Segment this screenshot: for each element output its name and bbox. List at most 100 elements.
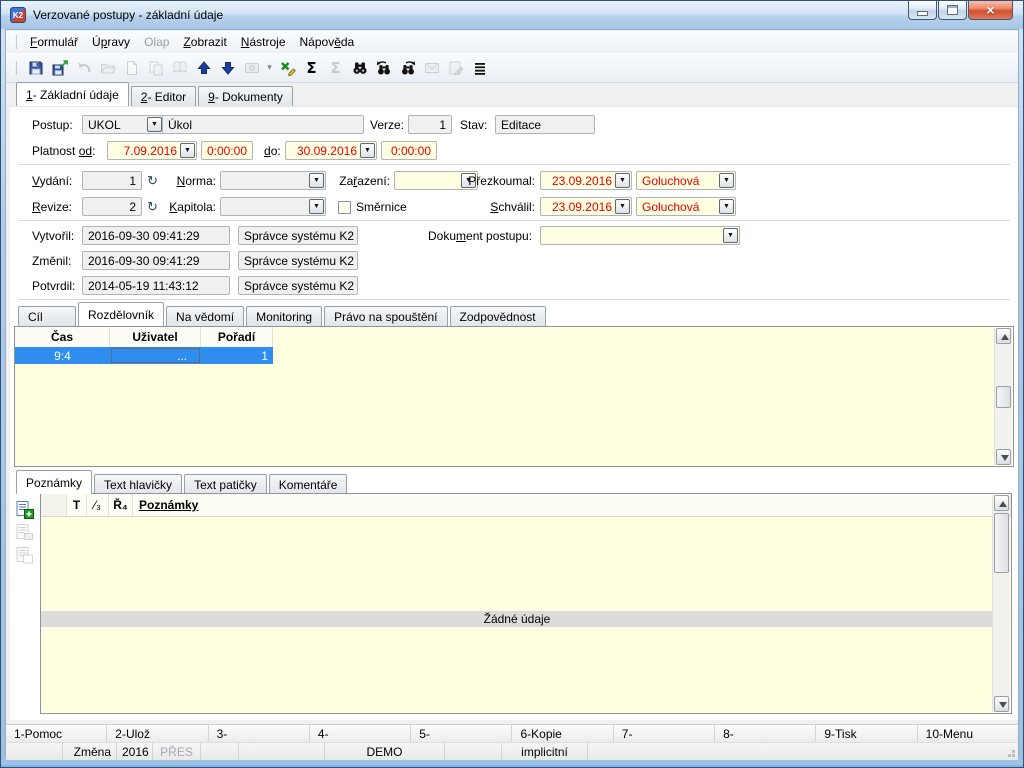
close-button[interactable]: × [968,1,1013,20]
scroll-down-icon[interactable] [994,696,1009,712]
scrollbar-thumb[interactable] [994,513,1009,573]
platnost-do-time-field[interactable]: 0:00:00 [381,141,437,160]
fkey-6[interactable]: 6-Kopie [512,725,613,743]
fkey-1[interactable]: 1-Pomoc [6,725,107,743]
add-note-icon[interactable] [14,499,36,521]
sum-icon[interactable]: Σ [300,56,323,79]
browse-book-icon [168,56,191,79]
notes-column-poznamky[interactable]: Poznámky [133,494,1011,516]
fkey-9[interactable]: 9-Tisk [816,725,917,743]
restore-button[interactable] [938,1,967,20]
chevron-down-icon[interactable]: ▼ [147,117,162,132]
find-icon[interactable] [348,56,371,79]
chevron-down-icon[interactable]: ▼ [719,173,734,188]
vertical-scrollbar[interactable] [994,328,1012,465]
smernice-checkbox[interactable] [338,201,351,214]
cell-poradi[interactable]: 1 [201,347,273,364]
norma-combobox[interactable]: ▼ [220,171,326,190]
cell-uzivatel[interactable]: ... [110,347,201,364]
title-bar[interactable]: K2 Verzované postupy - základní údaje × [1,1,1023,29]
prezkoumal-user-combobox[interactable]: Goluchová▼ [636,171,736,190]
schvalil-date-picker[interactable]: 23.09.2016▼ [540,197,632,216]
fkey-4[interactable]: 4- [310,725,411,743]
chevron-down-icon[interactable]: ▼ [719,199,734,214]
tab-dokumenty[interactable]: 9 - Dokumenty [198,86,293,106]
form-row-vytvoril: Vytvořil: 2016-09-30 09:41:29 Správce sy… [10,226,1018,246]
tab-zodpovednost[interactable]: Zodpovědnost [450,306,546,326]
chevron-down-icon[interactable]: ▼ [360,143,375,158]
chevron-down-icon[interactable]: ▼ [615,173,630,188]
fkey-2[interactable]: 2-Ulož [107,725,208,743]
history-icon[interactable]: ↻ [147,199,158,215]
tab-text-paticky[interactable]: Text patičky [184,474,267,494]
find-next-icon[interactable] [396,56,419,79]
cell-cas[interactable]: 9:4 [15,347,110,364]
minimize-button[interactable] [908,1,937,20]
tab-komentare[interactable]: Komentáře [269,474,348,494]
status-empty [239,743,325,760]
column-header-poradi[interactable]: Pořadí [201,327,273,347]
fkey-3[interactable]: 3- [209,725,310,743]
chevron-down-icon[interactable]: ▼ [180,143,195,158]
tab-cil[interactable]: Cíl [18,306,76,326]
tab-zakladni-udaje[interactable]: 1 - Základní údaje [16,82,129,106]
notes-column-t[interactable]: T [67,494,87,516]
notes-column-r4[interactable]: Ř₄ [109,494,133,516]
history-icon[interactable]: ↻ [147,173,158,189]
vertical-scrollbar[interactable] [992,495,1010,712]
menu-upravy[interactable]: Úpravy [85,32,137,52]
notes-column-c3[interactable]: ⁄₃ [87,494,109,516]
edit-note-icon [444,56,467,79]
column-header-cas[interactable]: Čas [15,327,110,347]
postup-code-combobox[interactable]: UKOL▼ [82,115,164,134]
tab-monitoring[interactable]: Monitoring [246,306,322,326]
tab-pravo-na-spousteni[interactable]: Právo na spouštění [324,306,447,326]
schvalil-user-combobox[interactable]: Goluchová▼ [636,197,736,216]
rozdelovnik-grid: Čas Uživatel Pořadí 9:4 ... 1 [14,326,1014,467]
fkey-10[interactable]: 10-Menu [918,725,1018,743]
platnost-do-date-picker[interactable]: 30.09.2016▼ [285,141,377,160]
menu-zobrazit[interactable]: Zobrazit [176,32,233,52]
next-record-icon[interactable] [216,56,239,79]
save-icon[interactable] [24,56,47,79]
resize-grip[interactable] [1012,754,1015,757]
menu-list-icon[interactable] [468,56,491,79]
tab-text-hlavicky[interactable]: Text hlavičky [94,474,182,494]
column-header-uzivatel[interactable]: Uživatel [110,327,201,347]
scroll-up-icon[interactable] [996,328,1011,344]
insert-note-icon [14,522,36,544]
chevron-down-icon[interactable]: ▼ [723,228,738,243]
copy-icon [144,56,167,79]
tab-na-vedomi[interactable]: Na vědomí [166,306,244,326]
dokument-postupu-combobox[interactable]: ▼ [540,226,740,245]
tab-rozdelovnik[interactable]: Rozdělovník [78,302,164,326]
change-sign-icon[interactable] [276,56,299,79]
scrollbar-thumb[interactable] [996,386,1011,408]
fkey-7[interactable]: 7- [614,725,715,743]
chevron-down-icon[interactable]: ▼ [309,199,324,214]
prezkoumal-date-picker[interactable]: 23.09.2016▼ [540,171,632,190]
previous-record-icon[interactable] [192,56,215,79]
menu-formular[interactable]: Formulář [23,32,85,52]
toolbar-grip[interactable] [12,35,17,49]
chevron-down-icon[interactable]: ▼ [309,173,324,188]
menu-napoveda[interactable]: Nápověda [293,32,362,52]
chevron-down-icon[interactable]: ▼ [615,199,630,214]
scroll-up-icon[interactable] [994,495,1009,511]
revize-label: Revize: [32,200,72,214]
tab-poznamky[interactable]: Poznámky [16,470,92,494]
kapitola-combobox[interactable]: ▼ [220,197,326,216]
platnost-od-time-field[interactable]: 0:00:00 [201,141,253,160]
tab-editor[interactable]: 2 - Editor [131,86,196,106]
menu-nastroje[interactable]: Nástroje [234,32,293,52]
platnost-od-date-picker[interactable]: 7.09.2016▼ [107,141,197,160]
fkey-5[interactable]: 5- [411,725,512,743]
save-record-icon[interactable] [48,56,71,79]
fkey-8[interactable]: 8- [715,725,816,743]
toolbar-grip[interactable] [12,61,17,75]
postup-name-field: Úkol [162,115,364,134]
scroll-down-icon[interactable] [996,449,1011,465]
find-previous-icon[interactable] [372,56,395,79]
table-row-selected[interactable]: 9:4 ... 1 [15,347,273,364]
copy-note-icon [14,545,36,567]
